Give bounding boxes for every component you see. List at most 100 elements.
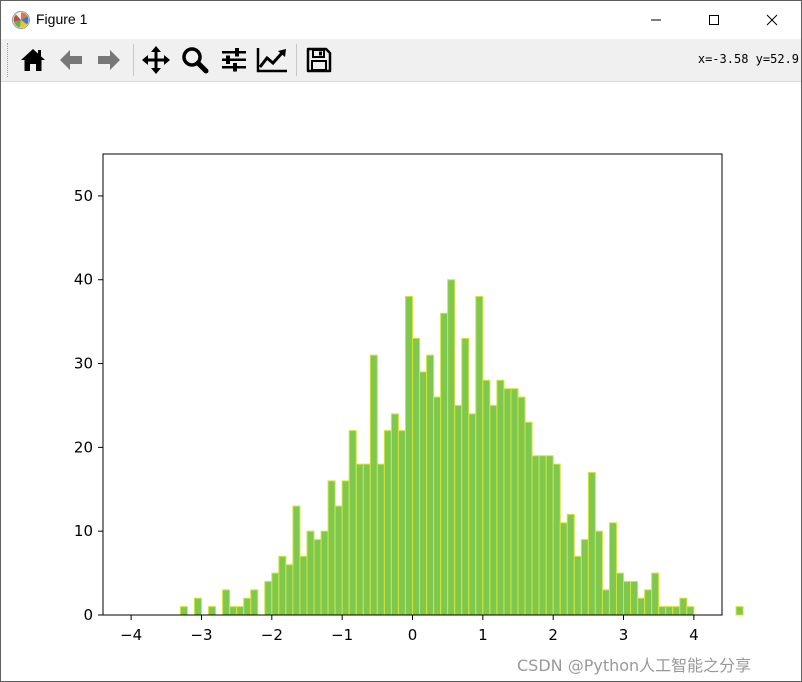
histogram-bar <box>566 513 575 616</box>
histogram-bar <box>559 522 568 616</box>
figure-window: Figure 1 x=-3.58 y=52.9 −4 −3 −2 −1 0 1 … <box>0 0 802 682</box>
histogram-bar <box>524 421 533 616</box>
cursor-coordinates: x=-3.58 y=52.9 <box>697 52 799 66</box>
histogram-bar <box>327 480 336 616</box>
histogram-bar <box>651 572 660 616</box>
title-bar: Figure 1 <box>1 1 801 39</box>
histogram-bar <box>271 572 280 616</box>
close-button[interactable] <box>743 1 801 39</box>
home-button[interactable] <box>17 45 49 75</box>
minimize-button[interactable] <box>627 1 685 39</box>
histogram-bar <box>531 455 540 616</box>
x-tick-label: 2 <box>548 626 558 644</box>
edit-axes-button[interactable] <box>256 45 288 75</box>
x-axis: −4 −3 −2 −1 0 1 2 3 4 <box>120 615 699 644</box>
histogram-bar <box>292 505 301 616</box>
window-title: Figure 1 <box>36 11 88 27</box>
zoom-button[interactable] <box>179 45 211 75</box>
save-button[interactable] <box>303 45 335 75</box>
toolbar-grip[interactable] <box>7 43 10 77</box>
histogram-bar <box>376 463 385 616</box>
histogram-bar <box>390 413 399 616</box>
histogram-bar <box>222 589 231 616</box>
y-tick-label: 50 <box>74 187 93 205</box>
histogram-bar <box>573 555 582 616</box>
histogram-bar <box>236 606 245 616</box>
histogram-bar <box>229 606 238 616</box>
arrow-right-icon <box>98 50 120 70</box>
histogram-bar <box>482 379 491 616</box>
y-tick-label: 30 <box>74 355 93 373</box>
forward-button[interactable] <box>93 45 125 75</box>
histogram-bar <box>594 530 603 616</box>
move-arrows-icon <box>142 46 170 74</box>
pan-button[interactable] <box>140 45 172 75</box>
y-tick-label: 10 <box>74 522 93 540</box>
floppy-disk-icon <box>306 47 332 73</box>
home-icon <box>21 49 45 71</box>
histogram-bar <box>735 606 744 616</box>
histogram-bar <box>489 404 498 616</box>
histogram-bar <box>426 354 435 616</box>
x-tick-label: 3 <box>619 626 629 644</box>
histogram-bar <box>348 430 357 616</box>
x-tick-label: 1 <box>478 626 488 644</box>
histogram-bar <box>334 505 343 616</box>
maximize-icon <box>709 15 719 25</box>
histogram-bar <box>608 522 617 616</box>
toolbar-separator <box>133 44 134 76</box>
x-tick-label: −4 <box>120 626 142 644</box>
histogram-bar <box>355 463 364 616</box>
histogram-bar <box>552 463 561 616</box>
navigation-toolbar: x=-3.58 y=52.9 <box>1 39 801 82</box>
histogram-bar <box>637 597 646 616</box>
histogram-bar <box>461 337 470 616</box>
sliders-icon <box>222 48 246 72</box>
histogram-bar <box>447 279 456 616</box>
back-button[interactable] <box>55 45 87 75</box>
maximize-button[interactable] <box>685 1 743 39</box>
histogram-bar <box>313 539 322 616</box>
histogram-bar <box>510 388 519 616</box>
histogram-bar <box>672 606 681 616</box>
histogram-bar <box>369 354 378 616</box>
histogram-bar <box>362 463 371 616</box>
histogram-bar <box>686 606 695 616</box>
y-axis: 0 10 20 30 40 50 <box>74 187 103 624</box>
x-tick-label: 4 <box>689 626 699 644</box>
histogram-bar <box>538 455 547 616</box>
histogram-bar <box>665 606 674 616</box>
histogram-bar <box>601 589 610 616</box>
histogram-bar <box>264 580 273 616</box>
histogram-bar <box>580 539 589 616</box>
histogram-bar <box>419 371 428 616</box>
histogram-bar <box>644 589 653 616</box>
histogram-bar <box>496 379 505 616</box>
histogram-bar <box>545 455 554 616</box>
histogram-bar <box>208 606 217 616</box>
histogram-bar <box>250 589 259 616</box>
histogram-bar <box>440 312 449 616</box>
histogram-bar <box>383 430 392 616</box>
histogram-plot[interactable]: −4 −3 −2 −1 0 1 2 3 401020304050 <box>1 82 801 681</box>
histogram-bar <box>503 388 512 616</box>
y-tick-label: 20 <box>74 438 93 456</box>
arrow-left-icon <box>60 50 82 70</box>
configure-subplots-button[interactable] <box>218 45 250 75</box>
histogram-bar <box>615 572 625 616</box>
y-tick-label: 40 <box>74 271 93 289</box>
matplotlib-logo-icon <box>11 10 31 30</box>
line-chart-icon <box>256 48 287 73</box>
histogram-bar <box>454 404 463 616</box>
histogram-bar <box>179 606 188 616</box>
histogram-bars <box>179 279 744 616</box>
histogram-bar <box>404 295 414 616</box>
x-tick-label: −3 <box>190 626 212 644</box>
minimize-icon <box>651 19 661 21</box>
histogram-bar <box>278 555 287 616</box>
histogram-bar <box>397 430 406 616</box>
watermark: CSDN @Python人工智能之分享 <box>517 656 752 675</box>
magnifier-icon <box>182 47 209 74</box>
x-tick-label: 0 <box>408 626 418 644</box>
figure-canvas[interactable]: −4 −3 −2 −1 0 1 2 3 4 0 10 20 30 40 50 <box>1 82 801 681</box>
